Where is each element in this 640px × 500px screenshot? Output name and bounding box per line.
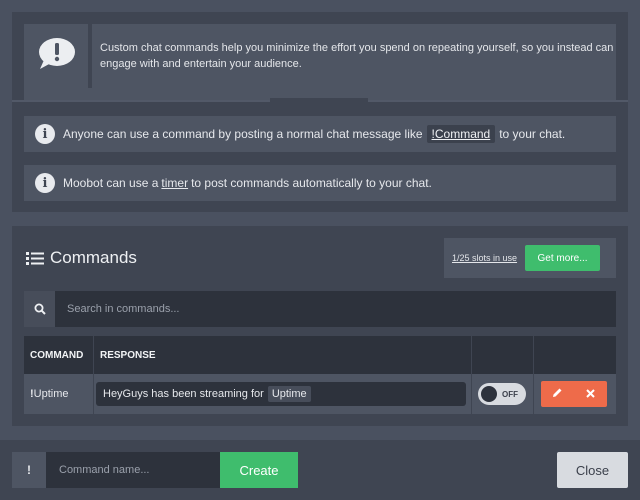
command-name-input[interactable] <box>46 452 220 488</box>
commands-header: Commands <box>26 248 137 268</box>
info-row-timer: i Moobot can use a timer to post command… <box>24 165 616 201</box>
command-name-text: Uptime <box>33 388 69 400</box>
info-icon: i <box>35 124 55 144</box>
search-bar <box>24 291 616 327</box>
slots-in-use-link[interactable]: 1/25 slots in use <box>452 253 517 263</box>
column-header-actions <box>534 336 616 374</box>
list-icon <box>26 251 44 266</box>
search-icon <box>24 291 55 327</box>
enabled-toggle[interactable]: OFF <box>478 383 526 405</box>
column-header-command[interactable]: COMMAND <box>24 336 94 374</box>
intro-panel: Custom chat commands help you minimize t… <box>12 12 628 212</box>
info-text-suffix: to post commands automatically to your c… <box>191 176 432 190</box>
edit-button[interactable] <box>541 381 574 407</box>
response-cell: HeyGuys has been streaming for Uptime <box>94 374 472 414</box>
command-name: !Uptime <box>24 388 69 400</box>
column-header-response[interactable]: RESPONSE <box>94 336 472 374</box>
create-button[interactable]: Create <box>220 452 298 488</box>
table-row[interactable]: !Uptime HeyGuys has been streaming for U… <box>24 374 616 414</box>
response-field[interactable]: HeyGuys has been streaming for Uptime <box>96 382 466 406</box>
search-input[interactable] <box>55 291 616 327</box>
actions-cell <box>534 374 616 414</box>
timer-link[interactable]: timer <box>161 176 188 190</box>
toggle-cell: OFF <box>472 374 534 414</box>
command-cell: !Uptime <box>24 374 94 414</box>
toggle-label: OFF <box>502 389 518 399</box>
info-text-suffix: to your chat. <box>499 127 566 141</box>
info-icon: i <box>35 173 55 193</box>
info-text: Anyone can use a command by posting a no… <box>63 127 423 141</box>
slots-box: 1/25 slots in use Get more... <box>444 238 616 278</box>
column-header-toggle <box>472 336 534 374</box>
info-text: Moobot can use a <box>63 176 159 190</box>
info-row-command: i Anyone can use a command by posting a … <box>24 116 616 152</box>
delete-button[interactable] <box>574 381 607 407</box>
table-header: COMMAND RESPONSE <box>24 336 616 374</box>
commands-table: COMMAND RESPONSE !Uptime HeyGuys has bee… <box>24 336 616 415</box>
close-icon <box>586 387 595 401</box>
footer-bar: ! Create Close <box>0 440 640 500</box>
intro-card: Custom chat commands help you minimize t… <box>24 24 616 100</box>
pencil-icon <box>552 387 563 401</box>
close-button[interactable]: Close <box>557 452 628 488</box>
commands-title: Commands <box>50 248 137 267</box>
toggle-knob <box>481 386 497 402</box>
command-example-chip: !Command <box>426 125 496 143</box>
intro-divider-gap <box>270 98 368 104</box>
intro-icon-box <box>24 24 92 88</box>
response-variable-chip: Uptime <box>267 386 311 402</box>
response-text: HeyGuys has been streaming for <box>103 388 264 400</box>
command-prefix-label: ! <box>12 452 46 488</box>
get-more-button[interactable]: Get more... <box>525 245 601 271</box>
intro-description: Custom chat commands help you minimize t… <box>100 42 614 70</box>
chat-alert-icon <box>36 37 76 76</box>
commands-panel: Commands 1/25 slots in use Get more... C… <box>12 226 628 426</box>
row-action-group <box>541 381 607 407</box>
